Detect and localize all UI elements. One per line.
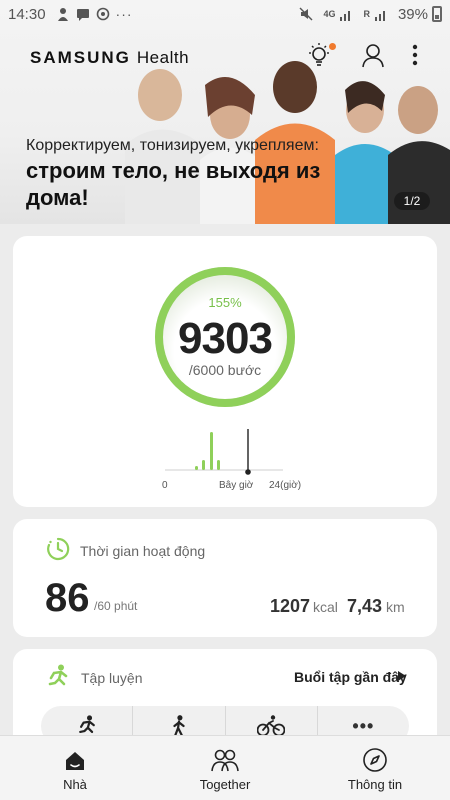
nav-together[interactable]: Together bbox=[150, 736, 300, 800]
hero-banner[interactable]: SAMSUNG Health Корректируем, тонизируем, … bbox=[0, 0, 450, 224]
distance-value: 7,43 bbox=[347, 596, 383, 616]
network-type: 4G bbox=[323, 8, 336, 19]
steps-percent: 155% bbox=[208, 295, 242, 310]
steps-goal: /6000 bước bbox=[188, 362, 262, 378]
active-minutes-goal: /60 phút bbox=[94, 599, 138, 613]
app-notification-icon bbox=[57, 8, 68, 21]
hourly-bar bbox=[202, 460, 205, 470]
compass-icon bbox=[363, 748, 387, 772]
more-icon: ••• bbox=[352, 715, 375, 736]
hourly-bar bbox=[217, 460, 220, 470]
chart-tick-end: 24(giờ) bbox=[269, 480, 302, 491]
active-time-card[interactable]: Thời gian hoạt động 86 /60 phút 1207 kca… bbox=[13, 519, 437, 637]
signal-icon bbox=[340, 11, 351, 21]
chart-tick-now: Bây giờ bbox=[219, 480, 254, 491]
hourly-bar bbox=[210, 432, 213, 470]
walking-icon bbox=[173, 715, 185, 737]
carousel-pager: 1/2 bbox=[394, 192, 430, 210]
more-vert-icon[interactable] bbox=[402, 42, 428, 68]
sync-icon bbox=[96, 7, 109, 21]
clock: 14:30 bbox=[8, 5, 46, 23]
workout-title: Tập luyện bbox=[81, 670, 143, 686]
steps-card[interactable]: 155% 9303 /6000 bước 0 Bây giờ 24(giờ) bbox=[13, 236, 437, 507]
steps-count: 9303 bbox=[178, 314, 273, 363]
nav-discover-label: Thông tin bbox=[347, 777, 403, 792]
nav-discover[interactable]: Thông tin bbox=[300, 736, 450, 800]
steps-hourly-chart bbox=[165, 429, 283, 475]
active-minutes: 86 bbox=[45, 576, 90, 620]
distance-unit: km bbox=[386, 599, 405, 615]
roaming-indicator: R bbox=[363, 8, 370, 19]
cycling-icon bbox=[257, 715, 286, 737]
more-notifications-icon: ··· bbox=[115, 6, 133, 22]
mute-icon bbox=[299, 7, 313, 21]
profile-icon[interactable] bbox=[360, 42, 386, 68]
hero-title: строим тело, не выходя из дома! bbox=[26, 158, 321, 210]
status-right: 4G R 39% bbox=[299, 6, 442, 23]
nav-home-label: Nhà bbox=[63, 777, 87, 792]
calories-value: 1207 bbox=[270, 596, 311, 616]
recent-workouts-link[interactable]: Buổi tập gần đây bbox=[294, 669, 407, 685]
signal-2-icon bbox=[374, 11, 385, 21]
bottom-navigation: Nhà Together Thông tin bbox=[0, 735, 450, 800]
together-icon bbox=[211, 749, 239, 772]
active-time-title: Thời gian hoạt động bbox=[80, 543, 206, 559]
running-icon bbox=[48, 664, 68, 686]
play-arrow-icon[interactable] bbox=[398, 671, 406, 681]
battery-percent: 39% bbox=[397, 5, 428, 23]
battery-icon bbox=[432, 6, 442, 22]
calories-unit: kcal bbox=[313, 599, 338, 615]
home-icon bbox=[66, 752, 84, 770]
chart-tick-start: 0 bbox=[162, 480, 168, 491]
nav-together-label: Together bbox=[199, 777, 251, 792]
brand-logo: SAMSUNG Health bbox=[30, 48, 190, 67]
status-bar: 14:30 ··· 4G R 39% bbox=[0, 0, 450, 28]
now-marker-dot bbox=[245, 469, 251, 475]
nav-home[interactable]: Nhà bbox=[0, 736, 150, 800]
running-icon bbox=[78, 715, 95, 734]
hourly-bar bbox=[195, 466, 198, 470]
message-icon bbox=[76, 9, 89, 21]
timer-icon bbox=[47, 537, 70, 561]
notification-dot bbox=[329, 43, 336, 50]
hero-subtitle: Корректируем, тонизируем, укрепляем: bbox=[26, 137, 319, 154]
